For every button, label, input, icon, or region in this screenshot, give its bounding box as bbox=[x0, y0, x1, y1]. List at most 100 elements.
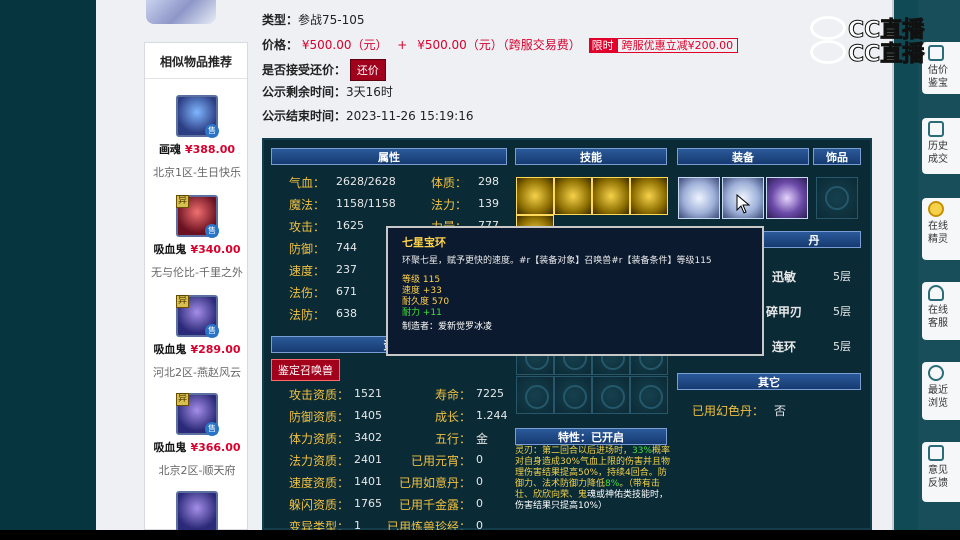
type-row: 类型：参战75-105 bbox=[262, 11, 365, 28]
equip-slot-collar[interactable] bbox=[766, 177, 808, 219]
aptitude-label: 已用千金露： bbox=[399, 498, 472, 512]
trait-text: 灵刃：第二回合以后进场时， bbox=[515, 446, 633, 456]
equip-slot-armor[interactable] bbox=[678, 177, 720, 219]
sidebar-online-service[interactable]: 在线 客服 bbox=[922, 282, 960, 340]
similar-item-name: 画魂 ¥388.00 bbox=[145, 141, 249, 157]
neidan-header-text: 丹 bbox=[808, 234, 820, 247]
similar-item[interactable]: 异售 吸血鬼 ¥289.00 河北2区-燕赵风云 bbox=[145, 295, 249, 380]
headset-icon bbox=[928, 285, 944, 301]
aptitude-label: 攻击资质： bbox=[289, 388, 350, 402]
sell-badge: 售 bbox=[205, 422, 219, 436]
aptitude-label: 五行： bbox=[435, 432, 472, 446]
edit-icon bbox=[928, 445, 944, 461]
tooltip-title: 七星宝环 bbox=[402, 236, 446, 249]
skill-slot[interactable] bbox=[516, 177, 554, 215]
similar-title: 相似物品推荐 bbox=[145, 43, 247, 79]
tooltip-stat: 等级 115 bbox=[402, 275, 441, 285]
price-cross-fee: ¥500.00（元）（跨服交易费） bbox=[417, 38, 581, 52]
tooltip-stat: 耐久度 570 bbox=[402, 297, 450, 307]
aptitude-label: 躲闪资质： bbox=[289, 498, 350, 512]
similar-item[interactable]: 异售 吸血鬼 ¥366.00 北京2区-顺天府 bbox=[145, 393, 249, 478]
aptitude-value: 金 bbox=[476, 432, 489, 446]
attr-value: 237 bbox=[336, 263, 357, 276]
price-value: ¥500.00（元） bbox=[301, 38, 388, 52]
remain-label: 公示剩余时间： bbox=[262, 85, 347, 99]
cc-logo-text: CC直播 bbox=[847, 42, 925, 68]
pet-name: 画魂 bbox=[158, 143, 181, 156]
mouse-cursor-icon bbox=[736, 194, 750, 214]
pet-icon: 售 bbox=[176, 95, 219, 138]
neidan-level: 5层 bbox=[833, 340, 851, 353]
similar-item-server: 北京2区-顺天府 bbox=[158, 464, 236, 477]
sidebar-history-deals[interactable]: 历史 成交 bbox=[922, 118, 960, 174]
similar-items-panel: 相似物品推荐 售 画魂 ¥388.00 北京1区-生日快乐 异售 吸血鬼 ¥340.… bbox=[144, 42, 249, 533]
equip-header: 装备 bbox=[677, 148, 809, 165]
aptitude-label: 成长： bbox=[435, 410, 472, 424]
aptitude-label: 防御资质： bbox=[289, 410, 350, 424]
skill-slot[interactable] bbox=[554, 177, 592, 215]
jewel-header: 饰品 bbox=[813, 148, 861, 165]
appraise-pet-button[interactable]: 鉴定召唤兽 bbox=[271, 359, 340, 381]
similar-item[interactable]: 售 画魂 ¥388.00 北京1区-生日快乐 bbox=[145, 95, 249, 180]
neidan-name: 连环 bbox=[772, 340, 797, 354]
attr-value: 2628/2628 bbox=[336, 175, 396, 188]
sidebar-online-sprite[interactable]: 在线 精灵 bbox=[922, 198, 960, 260]
neidan-name: 碎甲刃 bbox=[766, 305, 803, 319]
other-label: 已用幻色丹： bbox=[692, 404, 765, 418]
skill-slot[interactable] bbox=[592, 177, 630, 215]
attr-label: 法伤： bbox=[289, 286, 326, 300]
neidan-level: 5层 bbox=[833, 305, 851, 318]
sidebar-label: 反馈 bbox=[928, 478, 948, 489]
aptitude-value: 2401 bbox=[354, 453, 382, 466]
similar-item[interactable] bbox=[145, 491, 249, 533]
aptitude-label: 寿命： bbox=[435, 388, 472, 402]
clock-icon bbox=[928, 365, 944, 381]
aptitude-value: 7225 bbox=[476, 387, 504, 400]
aptitude-value: 1.244 bbox=[476, 409, 508, 422]
equipment-tooltip: 七星宝环 环聚七星，赋予更快的速度。#r【装备对象】召唤兽#r【装备条件】等级1… bbox=[386, 226, 764, 356]
aptitude-label: 体力资质： bbox=[289, 432, 350, 446]
yi-badge: 异 bbox=[176, 393, 190, 406]
attr-label: 法防： bbox=[289, 308, 326, 322]
remain-value: 3天16时 bbox=[346, 85, 393, 99]
attr-label: 体质： bbox=[431, 176, 468, 190]
other-value: 否 bbox=[774, 404, 787, 418]
aptitude-value: 3402 bbox=[354, 431, 382, 444]
jewel-slot-empty[interactable] bbox=[816, 177, 858, 219]
trait-text: 低 bbox=[596, 479, 606, 489]
left-backdrop bbox=[0, 0, 96, 540]
attr-value: 671 bbox=[336, 285, 357, 298]
sell-badge: 售 bbox=[205, 124, 219, 138]
attr-value: 1625 bbox=[336, 219, 364, 232]
aptitude-value: 1765 bbox=[354, 497, 382, 510]
similar-item-name: 吸血鬼 ¥340.00 bbox=[145, 241, 249, 257]
attr-label: 防御： bbox=[289, 242, 326, 256]
tooltip-maker: 制造者：爱新觉罗冰凌 bbox=[402, 322, 493, 332]
attr-label: 速度： bbox=[289, 264, 326, 278]
trait-text: 8% bbox=[605, 479, 620, 489]
sprite-avatar-icon bbox=[928, 201, 944, 217]
pet-price: ¥340.00 bbox=[190, 243, 241, 256]
price-plus: + bbox=[397, 38, 408, 52]
tooltip-stat: 速度 +33 bbox=[402, 286, 442, 296]
skill-slot[interactable] bbox=[630, 177, 668, 215]
promo-text: 跨服优惠立减¥200.00 bbox=[616, 38, 739, 53]
pet-icon: 异售 bbox=[176, 295, 219, 338]
pet-price: ¥388.00 bbox=[184, 143, 236, 156]
aptitude-value: 1521 bbox=[354, 387, 382, 400]
pet-price: ¥366.00 bbox=[190, 441, 241, 454]
similar-item[interactable]: 异售 吸血鬼 ¥340.00 无与伦比-千里之外 bbox=[145, 195, 249, 280]
counter-offer-button[interactable]: 还价 bbox=[349, 59, 386, 81]
skill-slot-empty bbox=[592, 376, 630, 414]
sidebar-recent-browse[interactable]: 最近 浏览 bbox=[922, 362, 960, 420]
right-sidebar: 估价 鉴宝 历史 成交 在线 精灵 在线 客服 最近 浏览 意见 反馈 bbox=[918, 0, 960, 530]
skill-slot-empty bbox=[630, 376, 668, 414]
sidebar-feedback[interactable]: 意见 反馈 bbox=[922, 442, 960, 502]
similar-item-name: 吸血鬼 ¥289.00 bbox=[145, 341, 249, 357]
type-label: 类型： bbox=[262, 13, 299, 27]
pet-icon bbox=[176, 491, 218, 533]
yi-badge: 异 bbox=[176, 195, 190, 208]
skill-header: 技能 bbox=[515, 148, 667, 165]
sidebar-label: 估价 bbox=[928, 65, 948, 76]
sidebar-label: 精灵 bbox=[928, 234, 948, 245]
